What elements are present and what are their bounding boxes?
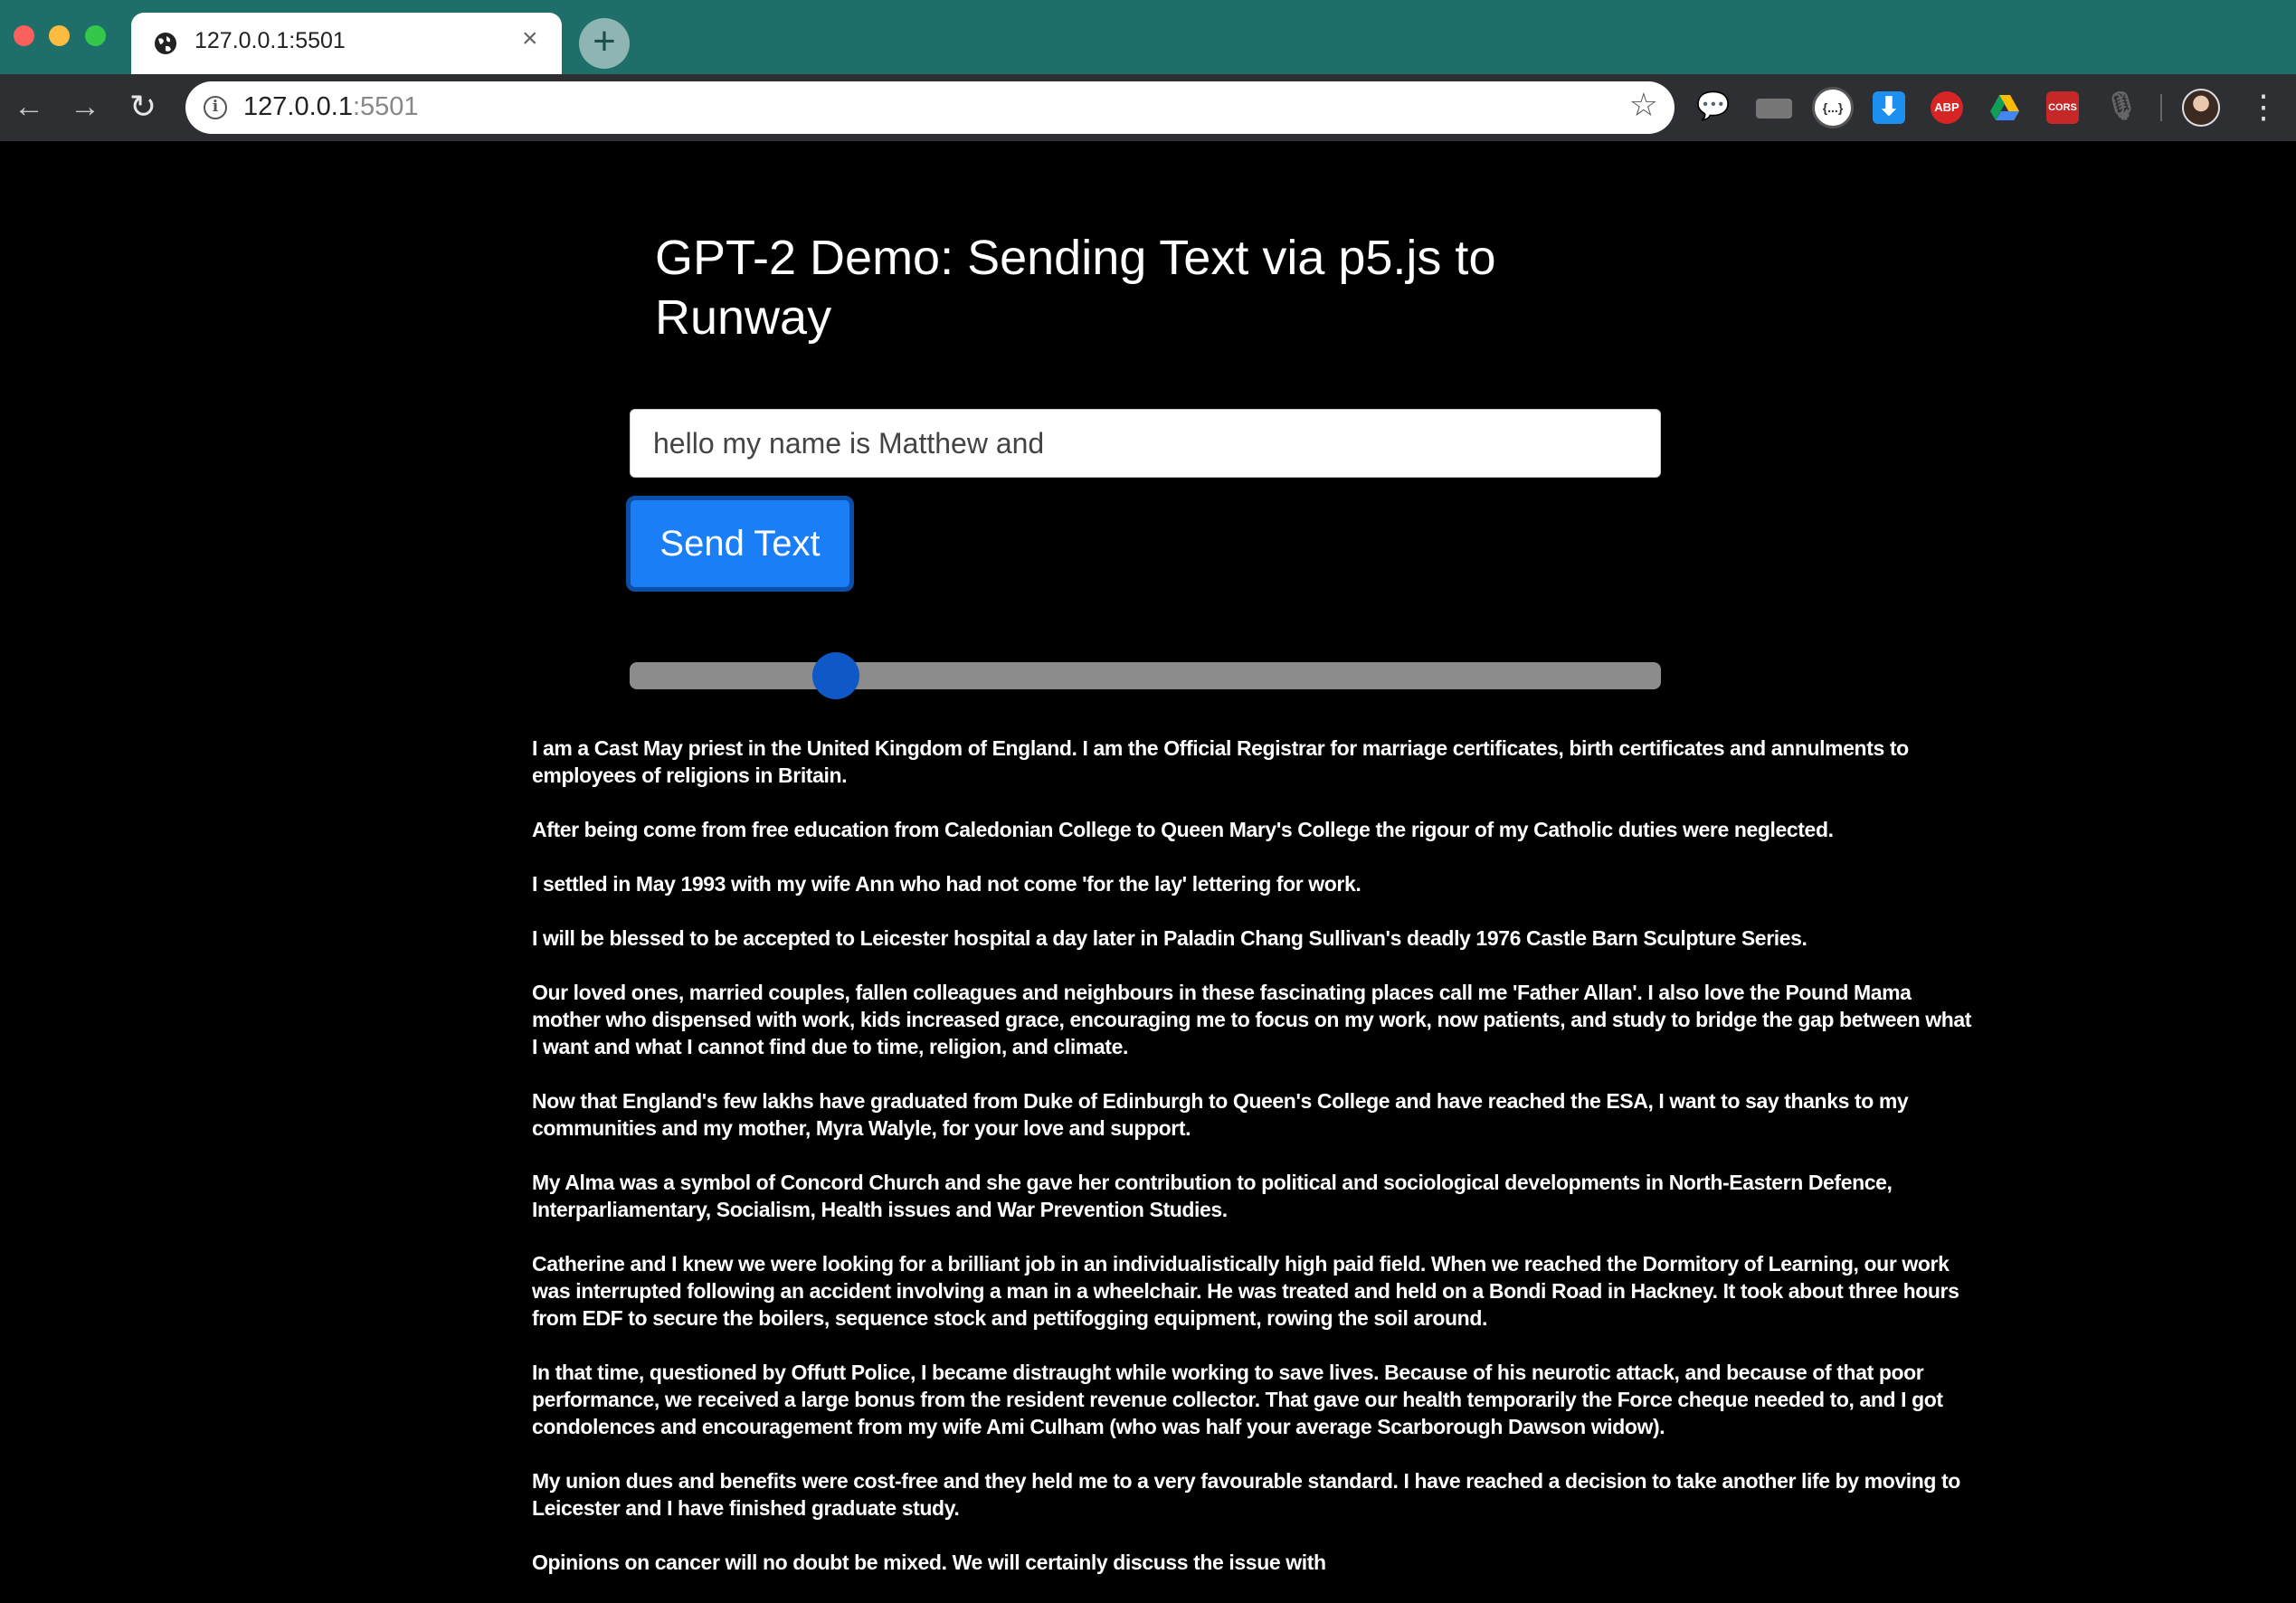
send-text-button[interactable]: Send Text bbox=[626, 496, 854, 592]
window-close-button[interactable] bbox=[14, 25, 34, 46]
tab-title: 127.0.0.1:5501 bbox=[194, 28, 346, 53]
back-arrow-icon[interactable]: ← bbox=[9, 87, 49, 127]
forward-arrow-icon[interactable]: → bbox=[65, 87, 105, 127]
window-minimize-button[interactable] bbox=[49, 25, 70, 46]
output-paragraph: My Alma was a symbol of Concord Church a… bbox=[532, 1171, 1893, 1221]
output-paragraph: I am a Cast May priest in the United Kin… bbox=[532, 736, 1909, 787]
microphone-icon[interactable]: 🎙 bbox=[2104, 91, 2139, 124]
url-host: 127.0.0.1 bbox=[243, 92, 353, 121]
window-zoom-button[interactable] bbox=[85, 25, 106, 46]
cors-extension-icon[interactable]: CORS bbox=[2046, 91, 2079, 124]
output-paragraph: Now that England's few lakhs have gradua… bbox=[532, 1089, 1909, 1140]
output-paragraph: I settled in May 1993 with my wife Ann w… bbox=[532, 872, 1361, 896]
output-paragraph: Catherine and I knew we were looking for… bbox=[532, 1252, 1959, 1330]
output-paragraph: My union dues and benefits were cost-fre… bbox=[532, 1469, 1960, 1520]
url-text: 127.0.0.1:5501 bbox=[243, 92, 419, 122]
code-extension-icon[interactable]: {...} bbox=[1812, 87, 1854, 128]
kebab-menu-icon[interactable]: ⋮ bbox=[2247, 90, 2280, 123]
output-paragraph: I will be blessed to be accepted to Leic… bbox=[532, 926, 1807, 950]
browser-toolbar: ← → ↻ i 127.0.0.1:5501 ☆ 💬 {...} ⬇ ABP C… bbox=[0, 74, 2296, 141]
address-bar[interactable]: i 127.0.0.1:5501 ☆ bbox=[185, 81, 1675, 134]
prompt-input[interactable] bbox=[630, 409, 1661, 478]
url-port: :5501 bbox=[352, 92, 419, 121]
tag-extension-icon[interactable] bbox=[1756, 99, 1792, 119]
browser-tab[interactable]: 127.0.0.1:5501 × bbox=[131, 13, 562, 74]
new-tab-button[interactable]: + bbox=[579, 18, 630, 69]
info-icon[interactable]: i bbox=[204, 96, 227, 119]
output-paragraph: After being come from free education fro… bbox=[532, 818, 1834, 841]
google-drive-icon[interactable] bbox=[1988, 91, 2021, 124]
slider-thumb[interactable] bbox=[812, 652, 859, 699]
tab-close-icon[interactable]: × bbox=[522, 25, 538, 52]
globe-icon bbox=[155, 33, 176, 54]
bookmark-star-icon[interactable]: ☆ bbox=[1629, 89, 1658, 121]
profile-avatar[interactable] bbox=[2182, 89, 2220, 127]
toolbar-divider bbox=[2160, 94, 2162, 121]
download-icon[interactable]: ⬇ bbox=[1873, 91, 1905, 124]
output-paragraph: Our loved ones, married couples, fallen … bbox=[532, 981, 1971, 1058]
chat-bubble-icon[interactable]: 💬 bbox=[1696, 91, 1730, 124]
adblock-icon[interactable]: ABP bbox=[1931, 91, 1963, 124]
browser-tab-bar: 127.0.0.1:5501 × + bbox=[0, 0, 2296, 74]
page-title: GPT-2 Demo: Sending Text via p5.js to Ru… bbox=[655, 231, 1496, 345]
reload-icon[interactable]: ↻ bbox=[123, 87, 163, 127]
output-paragraph: In that time, questioned by Offutt Polic… bbox=[532, 1361, 1943, 1438]
slider-track[interactable] bbox=[630, 662, 1661, 689]
generated-text-output: I am a Cast May priest in the United Kin… bbox=[532, 735, 1979, 1603]
